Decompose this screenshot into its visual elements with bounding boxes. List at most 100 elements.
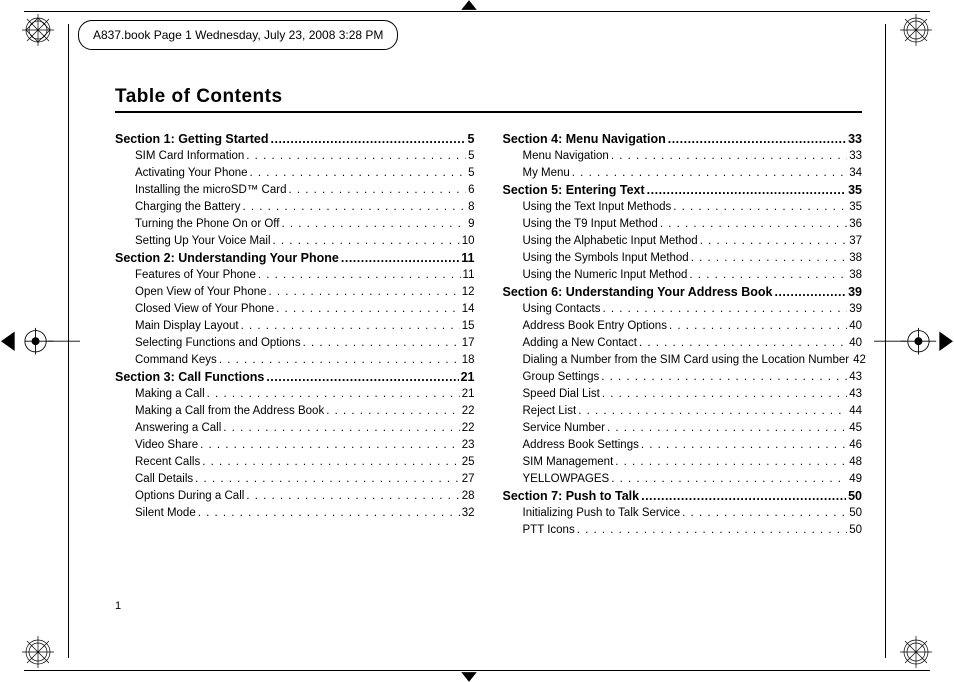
toc-entry: Menu Navigation . . . . . . . . . . . . … xyxy=(503,148,863,165)
toc-page: 5 xyxy=(468,131,475,148)
toc-entry: Video Share . . . . . . . . . . . . . . … xyxy=(115,437,475,454)
toc-section: Section 4: Menu Navigation .............… xyxy=(503,131,863,148)
toc-leader: . . . . . . . . . . . . . . . . . . . . … xyxy=(288,182,466,199)
toc-leader: . . . . . . . . . . . . . . . . . . . . … xyxy=(246,488,459,505)
toc-label: Reject List xyxy=(523,403,577,420)
toc-entry: SIM Card Information . . . . . . . . . .… xyxy=(115,148,475,165)
toc-leader: ........................................… xyxy=(266,369,458,386)
toc-leader: . . . . . . . . . . . . . . . . . . . . … xyxy=(303,335,460,352)
toc-entry: Using the Text Input Methods . . . . . .… xyxy=(503,199,863,216)
toc-page: 39 xyxy=(848,284,862,301)
toc-leader: . . . . . . . . . . . . . . . . . . . . … xyxy=(202,454,460,471)
toc-leader: ........................................… xyxy=(641,488,846,505)
toc-entry: Group Settings . . . . . . . . . . . . .… xyxy=(503,369,863,386)
toc-section: Section 7: Push to Talk ................… xyxy=(503,488,863,505)
toc-label: Menu Navigation xyxy=(523,148,609,165)
toc-label: Main Display Layout xyxy=(135,318,239,335)
toc-entry: Setting Up Your Voice Mail . . . . . . .… xyxy=(115,233,475,250)
toc-leader: . . . . . . . . . . . . . . . . . . . . … xyxy=(326,403,460,420)
toc-page: 22 xyxy=(462,420,475,437)
registration-mark-icon xyxy=(874,316,954,366)
toc-leader: . . . . . . . . . . . . . . . . . . . . … xyxy=(669,318,847,335)
toc-label: Open View of Your Phone xyxy=(135,284,267,301)
toc-leader: . . . . . . . . . . . . . . . . . . . . … xyxy=(242,199,466,216)
toc-label: Section 4: Menu Navigation xyxy=(503,131,666,148)
toc-label: Call Details xyxy=(135,471,193,488)
toc-leader: . . . . . . . . . . . . . . . . . . . . … xyxy=(269,284,460,301)
toc-page: 50 xyxy=(849,505,862,522)
toc-page: 21 xyxy=(461,369,475,386)
toc-label: Selecting Functions and Options xyxy=(135,335,301,352)
toc-entry: Initializing Push to Talk Service . . . … xyxy=(503,505,863,522)
page-number: 1 xyxy=(115,600,121,612)
toc-label: Making a Call from the Address Book xyxy=(135,403,324,420)
toc-entry: Address Book Settings . . . . . . . . . … xyxy=(503,437,863,454)
toc-label: Silent Mode xyxy=(135,505,196,522)
toc-leader: . . . . . . . . . . . . . . . . . . . . … xyxy=(682,505,847,522)
toc-page: 43 xyxy=(849,369,862,386)
registration-mark-icon xyxy=(444,0,494,12)
toc-entry: Features of Your Phone . . . . . . . . .… xyxy=(115,267,475,284)
toc-page: 8 xyxy=(468,199,474,216)
content-area: Table of Contents Section 1: Getting Sta… xyxy=(115,86,862,539)
rosette-icon xyxy=(896,10,936,50)
toc-entry: Main Display Layout . . . . . . . . . . … xyxy=(115,318,475,335)
toc-page: 46 xyxy=(849,437,862,454)
toc-entry: Service Number . . . . . . . . . . . . .… xyxy=(503,420,863,437)
toc-page: 12 xyxy=(462,284,475,301)
toc-label: Dialing a Number from the SIM Card using… xyxy=(523,352,850,369)
toc-leader: . . . . . . . . . . . . . . . . . . . . … xyxy=(198,505,460,522)
toc-label: Section 2: Understanding Your Phone xyxy=(115,250,339,267)
toc-label: Section 3: Call Functions xyxy=(115,369,264,386)
toc-label: Adding a New Contact xyxy=(523,335,637,352)
toc-leader: . . . . . . . . . . . . . . . . . . . . … xyxy=(689,267,847,284)
toc-label: YELLOWPAGES xyxy=(523,471,610,488)
toc-entry: Using the Symbols Input Method . . . . .… xyxy=(503,250,863,267)
toc-page: 5 xyxy=(468,148,474,165)
toc-label: Using Contacts xyxy=(523,301,601,318)
toc-label: Installing the microSD™ Card xyxy=(135,182,286,199)
toc-entry: Adding a New Contact . . . . . . . . . .… xyxy=(503,335,863,352)
toc-page: 10 xyxy=(462,233,475,250)
toc-page: 34 xyxy=(849,165,862,182)
toc-page: 6 xyxy=(468,182,474,199)
toc-page: 18 xyxy=(462,352,475,369)
toc-entry: PTT Icons . . . . . . . . . . . . . . . … xyxy=(503,522,863,539)
page-title: Table of Contents xyxy=(115,86,862,113)
toc-leader: ........................................… xyxy=(668,131,846,148)
toc-entry: Command Keys . . . . . . . . . . . . . .… xyxy=(115,352,475,369)
toc-page: 5 xyxy=(468,165,474,182)
toc-entry: Activating Your Phone . . . . . . . . . … xyxy=(115,165,475,182)
toc-label: SIM Card Information xyxy=(135,148,244,165)
toc-label: Section 5: Entering Text xyxy=(503,182,645,199)
toc-page: 33 xyxy=(848,131,862,148)
toc-leader: . . . . . . . . . . . . . . . . . . . . … xyxy=(639,335,847,352)
toc-leader: . . . . . . . . . . . . . . . . . . . . … xyxy=(246,148,466,165)
toc-page: 11 xyxy=(461,250,474,267)
header-text: A837.book Page 1 Wednesday, July 23, 200… xyxy=(93,28,383,42)
toc-label: Using the Numeric Input Method xyxy=(523,267,688,284)
toc-label: Closed View of Your Phone xyxy=(135,301,274,318)
toc-entry: Address Book Entry Options . . . . . . .… xyxy=(503,318,863,335)
rosette-icon xyxy=(18,10,58,50)
toc-page: 11 xyxy=(463,267,475,284)
toc-entry: Open View of Your Phone . . . . . . . . … xyxy=(115,284,475,301)
toc-leader: . . . . . . . . . . . . . . . . . . . . … xyxy=(276,301,460,318)
toc-page: 37 xyxy=(849,233,862,250)
toc-entry: Dialing a Number from the SIM Card using… xyxy=(503,352,863,369)
toc-label: Options During a Call xyxy=(135,488,244,505)
toc-page: 49 xyxy=(849,471,862,488)
toc-entry: Using the Numeric Input Method . . . . .… xyxy=(503,267,863,284)
toc-leader: . . . . . . . . . . . . . . . . . . . . … xyxy=(611,148,847,165)
toc-entry: Options During a Call . . . . . . . . . … xyxy=(115,488,475,505)
toc-label: Video Share xyxy=(135,437,198,454)
toc-entry: Speed Dial List . . . . . . . . . . . . … xyxy=(503,386,863,403)
toc-page: 44 xyxy=(849,403,862,420)
toc-page: 35 xyxy=(848,182,862,199)
toc-leader: . . . . . . . . . . . . . . . . . . . . … xyxy=(273,233,460,250)
registration-mark-icon xyxy=(444,670,494,682)
toc-page: 14 xyxy=(462,301,475,318)
toc-section: Section 6: Understanding Your Address Bo… xyxy=(503,284,863,301)
toc-label: Activating Your Phone xyxy=(135,165,248,182)
toc-label: Service Number xyxy=(523,420,605,437)
